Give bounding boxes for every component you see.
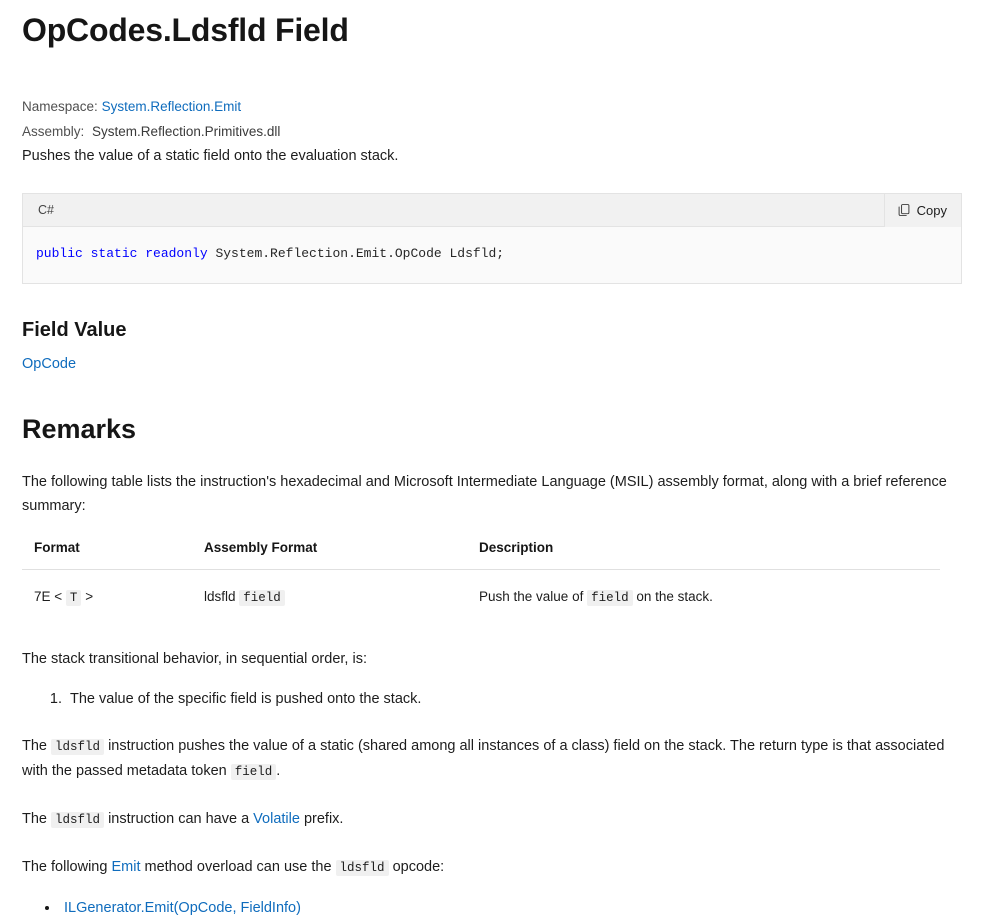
overload-link[interactable]: ILGenerator.Emit(OpCode, FieldInfo) — [64, 900, 301, 916]
api-metadata: Namespace: System.Reflection.Emit Assemb… — [22, 94, 961, 144]
page-title: OpCodes.Ldsfld Field — [22, 12, 349, 48]
volatile-middle: instruction can have a — [108, 811, 250, 827]
assembly-mnemonic: ldsfld — [204, 589, 236, 604]
copy-icon — [897, 203, 911, 217]
code-content: public static readonly System.Reflection… — [23, 227, 961, 283]
emit-before: The following — [22, 859, 108, 875]
emit-after: opcode: — [392, 859, 445, 875]
description-code: field — [587, 590, 633, 606]
assembly-operand-code: field — [239, 590, 285, 606]
paragraph-static-field: The ldsfld instruction pushes the value … — [22, 734, 961, 784]
stack-behavior-list: The value of the specific field is pushe… — [22, 687, 961, 711]
namespace-label: Namespace: — [22, 99, 98, 114]
static-after: . — [276, 763, 281, 779]
remarks-heading: Remarks — [22, 414, 137, 444]
list-item: ILGenerator.Emit(OpCode, FieldInfo) — [60, 896, 961, 920]
namespace-link[interactable]: System.Reflection.Emit — [102, 99, 242, 114]
remarks-intro: The following table lists the instructio… — [22, 474, 947, 514]
static-before: The — [22, 738, 47, 754]
stack-behavior-intro: The stack transitional behavior, in sequ… — [22, 651, 367, 667]
list-item: The value of the specific field is pushe… — [66, 687, 961, 711]
volatile-after: prefix. — [303, 811, 344, 827]
overload-list: ILGenerator.Emit(OpCode, FieldInfo) — [22, 896, 961, 920]
field-value-heading: Field Value — [22, 319, 127, 341]
column-header-format: Format — [22, 540, 192, 570]
volatile-link[interactable]: Volatile — [253, 811, 300, 827]
column-header-description: Description — [467, 540, 940, 570]
volatile-before: The — [22, 811, 47, 827]
code-language-label: C# — [38, 203, 54, 217]
code-keywords: public static readonly — [36, 246, 208, 261]
description-suffix: on the stack. — [636, 589, 713, 604]
cell-format: 7E < T > — [22, 570, 192, 625]
instruction-reference-table: Format Assembly Format Description 7E < … — [22, 540, 940, 624]
static-code-field: field — [230, 764, 277, 780]
copy-button[interactable]: Copy — [883, 193, 961, 227]
format-code: T — [65, 590, 82, 606]
code-block: C# Copy public static readonly System.Re… — [22, 193, 962, 284]
column-header-assembly-format: Assembly Format — [192, 540, 467, 570]
copy-button-label: Copy — [916, 202, 947, 218]
cell-assembly-format: ldsfld field — [192, 570, 467, 625]
static-code-ldsfld: ldsfld — [51, 739, 105, 755]
table-header-row: Format Assembly Format Description — [22, 540, 940, 570]
field-value-type-row: OpCode — [22, 353, 961, 375]
field-value-type-link[interactable]: OpCode — [22, 356, 76, 372]
description-prefix: Push the value of — [479, 589, 584, 604]
cell-description: Push the value of field on the stack. — [467, 570, 940, 625]
format-suffix: > — [85, 589, 94, 604]
static-middle: instruction pushes the value of a static… — [22, 738, 945, 779]
paragraph-emit-overload: The following Emit method overload can u… — [22, 855, 961, 880]
assembly-row: Assembly: System.Reflection.Primitives.d… — [22, 119, 961, 144]
namespace-row: Namespace: System.Reflection.Emit — [22, 94, 961, 119]
format-prefix: 7E < — [34, 589, 63, 604]
documentation-page: OpCodes.Ldsfld Field Namespace: System.R… — [0, 8, 983, 920]
code-declaration: System.Reflection.Emit.OpCode Ldsfld; — [207, 246, 505, 261]
table-row: 7E < T > ldsfld field Push the value of … — [22, 570, 940, 625]
summary-text: Pushes the value of a static field onto … — [22, 148, 399, 164]
code-block-header: C# Copy — [23, 193, 961, 227]
assembly-label: Assembly: — [22, 124, 85, 139]
assembly-value: System.Reflection.Primitives.dll — [92, 124, 281, 139]
volatile-code-ldsfld: ldsfld — [51, 812, 105, 828]
emit-link[interactable]: Emit — [111, 859, 140, 875]
paragraph-volatile-prefix: The ldsfld instruction can have a Volati… — [22, 807, 961, 832]
emit-middle: method overload can use the — [144, 859, 332, 875]
emit-code-ldsfld: ldsfld — [335, 860, 389, 876]
